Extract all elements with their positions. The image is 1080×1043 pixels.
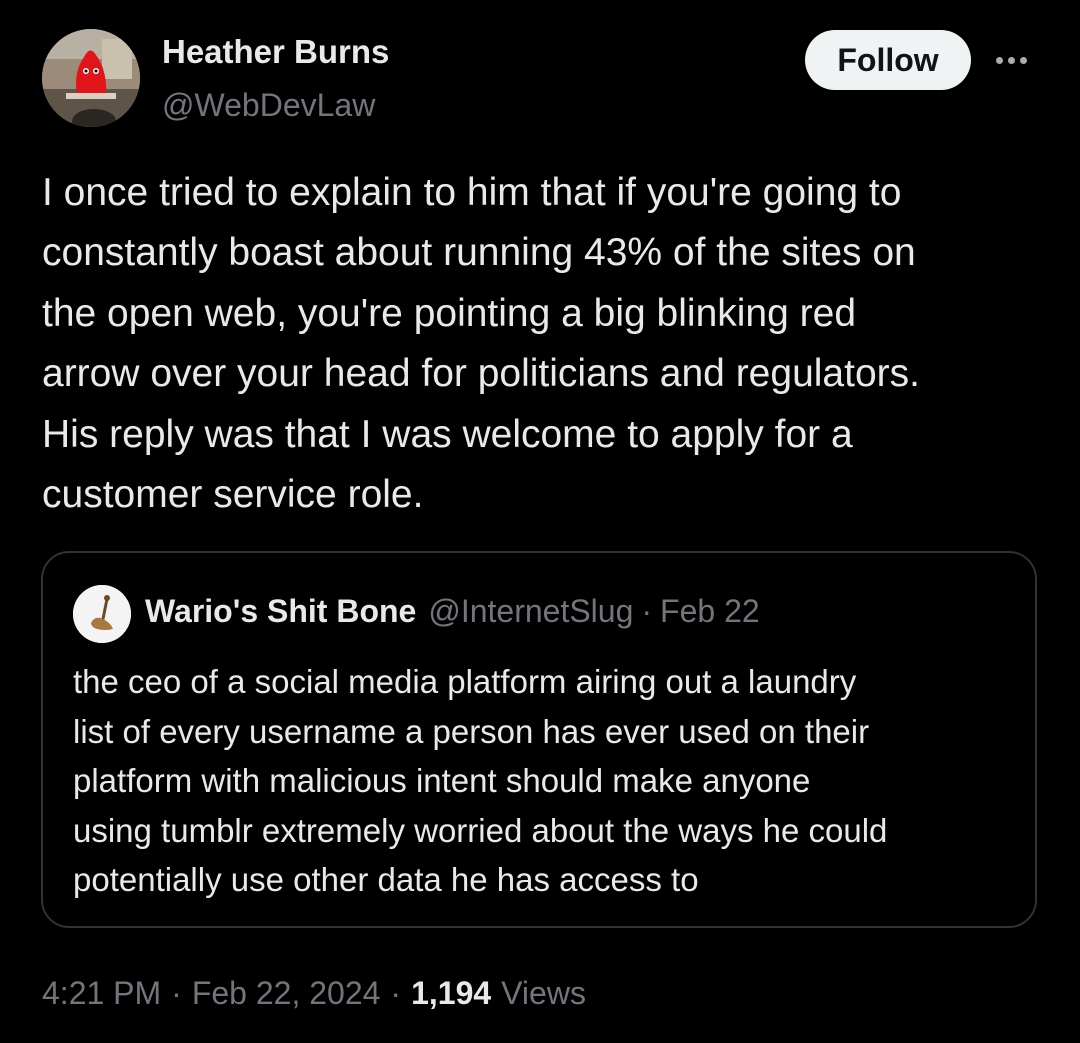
quote-text: the ceo of a social media platform airin… (73, 663, 888, 898)
tweet-meta: 4:21 PM · Feb 22, 2024 · 1,194 Views (42, 975, 586, 1012)
quote-tweet-card[interactable]: Wario's Shit Bone @InternetSlug · Feb 22… (41, 551, 1037, 928)
bone-profile-icon (73, 585, 131, 643)
tweet-time[interactable]: 4:21 PM (42, 975, 161, 1012)
quote-separator: · (641, 593, 653, 629)
quote-author-name[interactable]: Wario's Shit Bone (145, 593, 416, 630)
meta-separator: · (171, 975, 182, 1011)
tweet-text: I once tried to explain to him that if y… (42, 171, 920, 517)
author-avatar[interactable] (42, 29, 140, 127)
author-name[interactable]: Heather Burns (162, 33, 389, 71)
more-options-button[interactable] (996, 44, 1036, 76)
follow-button[interactable]: Follow (805, 30, 971, 90)
more-horizontal-icon (996, 56, 1027, 64)
meta-separator: · (390, 975, 402, 1011)
views-label: Views (501, 975, 586, 1011)
quote-author-handle[interactable]: @InternetSlug (428, 593, 633, 630)
quote-author-avatar[interactable] (73, 585, 131, 643)
tweet-date[interactable]: Feb 22, 2024 (192, 975, 381, 1012)
author-handle[interactable]: @WebDevLaw (162, 87, 375, 124)
profile-photo-icon (42, 29, 140, 127)
views-count: 1,194 (411, 975, 492, 1011)
quote-date[interactable]: Feb 22 (660, 593, 760, 630)
tweet: Heather Burns @WebDevLaw Follow I once t… (0, 0, 1080, 1043)
quote-header: Wario's Shit Bone @InternetSlug · Feb 22 (145, 593, 760, 630)
